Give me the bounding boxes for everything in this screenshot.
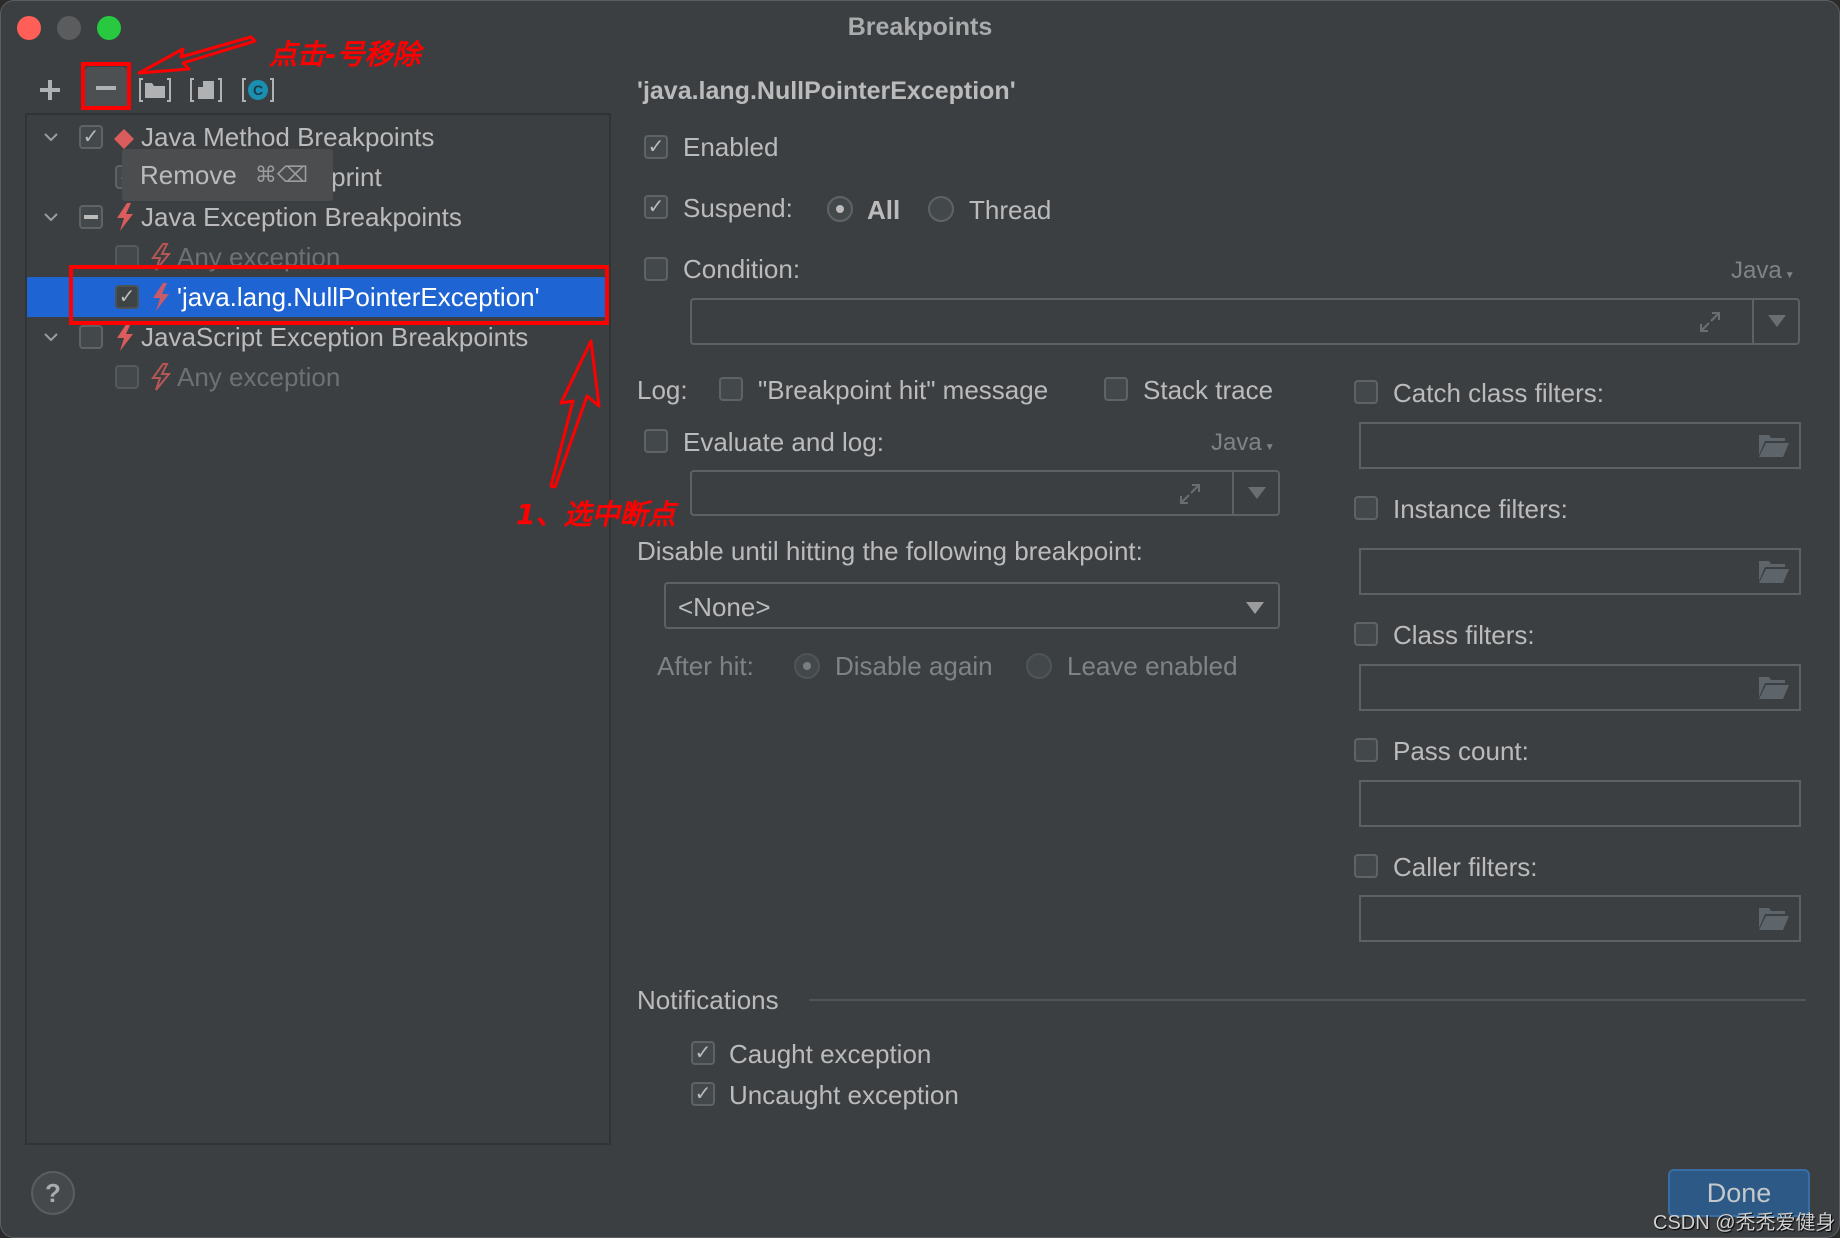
tooltip-shortcut: ⌘⌫	[254, 162, 308, 187]
breakpoints-dialog: Breakpoints C ✓ Java Method Breakpoints …	[0, 0, 1840, 1238]
remove-tooltip: Remove ⌘⌫	[122, 149, 333, 201]
disable-until-select[interactable]: <None>	[664, 582, 1280, 629]
lightning-icon	[113, 323, 135, 358]
annotation-arrow-up-icon	[549, 339, 601, 489]
notifications-title: Notifications	[637, 985, 779, 1015]
stack-trace-checkbox[interactable]	[1104, 377, 1128, 401]
caller-filters-checkbox[interactable]	[1354, 854, 1378, 878]
instance-filters-checkbox[interactable]	[1354, 496, 1378, 520]
folder-open-icon[interactable]	[1759, 677, 1789, 704]
condition-input[interactable]	[690, 298, 1800, 345]
annotation-arrow-left-icon	[137, 35, 257, 75]
suspend-checkbox[interactable]: ✓	[644, 195, 668, 219]
history-dropdown-icon[interactable]	[1768, 314, 1786, 332]
suspend-all-label: All	[867, 195, 901, 225]
suspend-label: Suspend:	[683, 193, 793, 223]
condition-language-select[interactable]: Java ▼	[1731, 257, 1795, 285]
annotation-box-selection	[69, 265, 609, 325]
plus-icon	[40, 80, 60, 100]
class-filters-input[interactable]	[1359, 664, 1801, 711]
catch-class-filters-label: Catch class filters:	[1393, 378, 1604, 408]
log-label: Log:	[637, 375, 688, 405]
disable-until-value: <None>	[678, 592, 771, 622]
evaluate-language-select[interactable]: Java ▼	[1211, 429, 1275, 457]
condition-checkbox[interactable]	[644, 257, 668, 281]
watermark: CSDN @秃秃爱健身	[1653, 1212, 1836, 1234]
condition-label: Condition:	[683, 254, 801, 284]
history-dropdown-icon[interactable]	[1248, 486, 1266, 504]
tree-group-java-exception-breakpoints[interactable]: Java Exception Breakpoints	[27, 197, 609, 237]
caught-exception-label: Caught exception	[729, 1039, 932, 1069]
leave-enabled-radio[interactable]	[1026, 653, 1052, 679]
chevron-down-icon[interactable]	[41, 127, 61, 147]
caller-filters-label: Caller filters:	[1393, 852, 1538, 882]
chevron-down-icon	[1246, 601, 1264, 619]
annotation-remove-hint: 点击-号移除	[269, 38, 421, 71]
leave-enabled-label: Leave enabled	[1067, 651, 1238, 681]
uncaught-exception-label: Uncaught exception	[729, 1080, 959, 1110]
class-filters-label: Class filters:	[1393, 620, 1535, 650]
catch-class-filters-checkbox[interactable]	[1354, 380, 1378, 404]
enabled-checkbox[interactable]: ✓	[644, 135, 668, 159]
stack-trace-label: Stack trace	[1143, 375, 1274, 405]
checkbox[interactable]: ✓	[79, 125, 103, 149]
expand-icon[interactable]	[1698, 310, 1722, 339]
instance-filters-input[interactable]	[1359, 548, 1801, 595]
chevron-down-icon[interactable]	[41, 327, 61, 347]
checkbox[interactable]	[79, 325, 103, 349]
breakpoint-title: 'java.lang.NullPointerException'	[637, 77, 1016, 105]
folder-open-icon[interactable]	[1759, 561, 1789, 588]
breakpoint-hit-message-checkbox[interactable]	[719, 377, 743, 401]
breakpoint-hit-message-label: "Breakpoint hit" message	[758, 375, 1049, 405]
annotation-select-hint: 1、选中断点	[516, 498, 676, 531]
notifications-divider	[809, 999, 1806, 1001]
tooltip-label: Remove	[140, 159, 237, 190]
expand-icon[interactable]	[1178, 482, 1202, 511]
tree-item-any-exception[interactable]: Any exception	[27, 357, 609, 397]
uncaught-exception-checkbox[interactable]: ✓	[691, 1082, 715, 1106]
annotation-box-remove	[81, 62, 131, 110]
tree-item-label: Any exception	[177, 361, 341, 392]
after-hit-label: After hit:	[657, 651, 754, 681]
pass-count-label: Pass count:	[1393, 736, 1529, 766]
instance-filters-label: Instance filters:	[1393, 494, 1568, 524]
caught-exception-checkbox[interactable]: ✓	[691, 1041, 715, 1065]
tree-item-label: Java Method Breakpoints	[141, 121, 435, 152]
folder-open-icon[interactable]	[1759, 908, 1789, 935]
catch-class-filters-input[interactable]	[1359, 422, 1801, 469]
suspend-thread-radio[interactable]	[928, 196, 954, 222]
disable-again-label: Disable again	[835, 651, 993, 681]
pass-count-input[interactable]	[1359, 780, 1801, 827]
help-button[interactable]: ?	[31, 1171, 75, 1215]
folder-open-icon[interactable]	[1759, 435, 1789, 462]
evaluate-input[interactable]	[690, 470, 1280, 516]
pass-count-checkbox[interactable]	[1354, 738, 1378, 762]
chevron-down-icon[interactable]	[41, 207, 61, 227]
disable-again-radio[interactable]	[794, 653, 820, 679]
lightning-icon	[113, 203, 135, 238]
checkbox[interactable]	[115, 365, 139, 389]
suspend-all-radio[interactable]	[827, 196, 853, 222]
caller-filters-input[interactable]	[1359, 895, 1801, 942]
tree-item-label: Java Exception Breakpoints	[141, 201, 462, 232]
class-filters-checkbox[interactable]	[1354, 622, 1378, 646]
add-breakpoint-button[interactable]	[30, 71, 70, 109]
tree-item-label: JavaScript Exception Breakpoints	[141, 321, 529, 352]
evaluate-and-log-label: Evaluate and log:	[683, 427, 884, 457]
evaluate-and-log-checkbox[interactable]	[644, 429, 668, 453]
lightning-outline-icon	[149, 363, 172, 398]
checkbox-indeterminate[interactable]	[79, 205, 103, 229]
enabled-label: Enabled	[683, 132, 779, 162]
disable-until-label: Disable until hitting the following brea…	[637, 536, 1143, 566]
suspend-thread-label: Thread	[969, 195, 1052, 225]
